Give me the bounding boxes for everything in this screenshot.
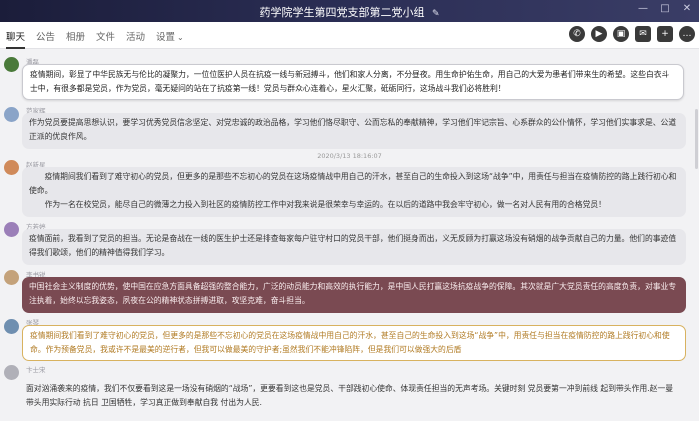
tab-bar: 聊天 公告 相册 文件 活动 设置 ⌄ ✆ ▶ ▣ ✉ + … [0, 22, 699, 49]
message-text: 作为党员要提高思想认识，要学习优秀党员信念坚定、对党忠诚的政治品格，学习他们恪尽… [29, 118, 677, 141]
message-timestamp: 2020/3/13 18:16:07 [317, 152, 382, 160]
message-text: 疫情面前，我看到了党员的担当。无论是奋战在一线的医生护士还是排查每家每户驻守村口… [29, 234, 677, 257]
tab-announcement[interactable]: 公告 [36, 29, 55, 43]
phone-icon[interactable]: ✆ [569, 26, 585, 42]
tab-activity[interactable]: 活动 [126, 29, 145, 43]
minimize-icon[interactable]: — [637, 3, 649, 14]
message-bubble: 中国社会主义制度的优势，使中国在应急方面具备超强的整合能力，广泛的动员能力和高效… [22, 277, 686, 313]
edit-icon[interactable]: ✎ [432, 9, 440, 19]
message-icon[interactable]: ✉ [635, 26, 651, 42]
avatar[interactable] [4, 160, 19, 175]
avatar[interactable] [4, 319, 19, 334]
window-controls: — □ ✕ [637, 3, 693, 14]
message-bubble: 疫情期间我们看到了难守初心的党员，但更多的是那些不忘初心的党员在这场疫情战中用自… [22, 325, 686, 361]
chat-toolbar: ✆ ▶ ▣ ✉ + … [569, 26, 695, 42]
add-member-icon[interactable]: + [657, 26, 673, 42]
avatar[interactable] [4, 107, 19, 122]
avatar[interactable] [4, 57, 19, 72]
chevron-down-icon: ⌄ [177, 33, 184, 42]
message-bubble: 面对汹涌袭来的疫情，我们不仅要看到这是一场没有硝烟的“战场”，更要看到这也是党员… [22, 379, 686, 415]
avatar[interactable] [4, 365, 19, 380]
window-title: 药学院学生第四党支部第二党小组 ✎ [0, 4, 699, 20]
tab-chat[interactable]: 聊天 [6, 29, 26, 49]
message-text: 面对汹涌袭来的疫情，我们不仅要看到这是一场没有硝烟的“战场”，更要看到这也是党员… [26, 384, 674, 407]
title-bar: 药学院学生第四党支部第二党小组 ✎ — □ ✕ [0, 0, 699, 22]
message-bubble: 疫情期间我们看到了难守初心的党员，但更多的是那些不忘初心的党员在这场疫情战中用自… [22, 167, 686, 217]
maximize-icon[interactable]: □ [659, 3, 671, 14]
group-name: 药学院学生第四党支部第二党小组 [259, 6, 425, 19]
tab-files[interactable]: 文件 [96, 29, 115, 43]
tab-settings[interactable]: 设置 ⌄ [156, 29, 184, 43]
video-icon[interactable]: ▶ [591, 26, 607, 42]
sender-name: 卞士宋 [26, 366, 46, 374]
close-icon[interactable]: ✕ [681, 3, 693, 14]
message-bubble: 疫情面前，我看到了党员的担当。无论是奋战在一线的医生护士还是排查每家每户驻守村口… [22, 229, 686, 265]
avatar[interactable] [4, 270, 19, 285]
message-text: 疫情期间我们看到了难守初心的党员，但更多的是那些不忘初心的党员在这场疫情战中用自… [29, 172, 677, 195]
avatar[interactable] [4, 222, 19, 237]
message-bubble: 疫情期间，彰显了中华民族无与伦比的凝聚力，一位位医护人员在抗疫一线与新冠搏斗，他… [22, 64, 684, 100]
message-text: 作为一名在校党员，能尽自己的微薄之力投入到社区的疫情防控工作中对我来说是很荣幸与… [44, 200, 606, 209]
tab-album[interactable]: 相册 [66, 29, 85, 43]
message-bubble: 作为党员要提高思想认识，要学习优秀党员信念坚定、对党忠诚的政治品格，学习他们恪尽… [22, 113, 686, 149]
more-icon[interactable]: … [679, 26, 695, 42]
message-text: 中国社会主义制度的优势，使中国在应急方面具备超强的整合能力，广泛的动员能力和高效… [29, 282, 677, 305]
message-text: 疫情期间我们看到了难守初心的党员，但更多的是那些不忘初心的党员在这场疫情战中用自… [30, 331, 670, 354]
scrollbar[interactable] [695, 109, 698, 169]
message-text: 疫情期间，彰显了中华民族无与伦比的凝聚力，一位位医护人员在抗疫一线与新冠搏斗，他… [30, 70, 670, 93]
screen-share-icon[interactable]: ▣ [613, 26, 629, 42]
chat-area[interactable]: 潘磊 疫情期间，彰显了中华民族无与伦比的凝聚力，一位位医护人员在抗疫一线与新冠搏… [0, 49, 699, 421]
